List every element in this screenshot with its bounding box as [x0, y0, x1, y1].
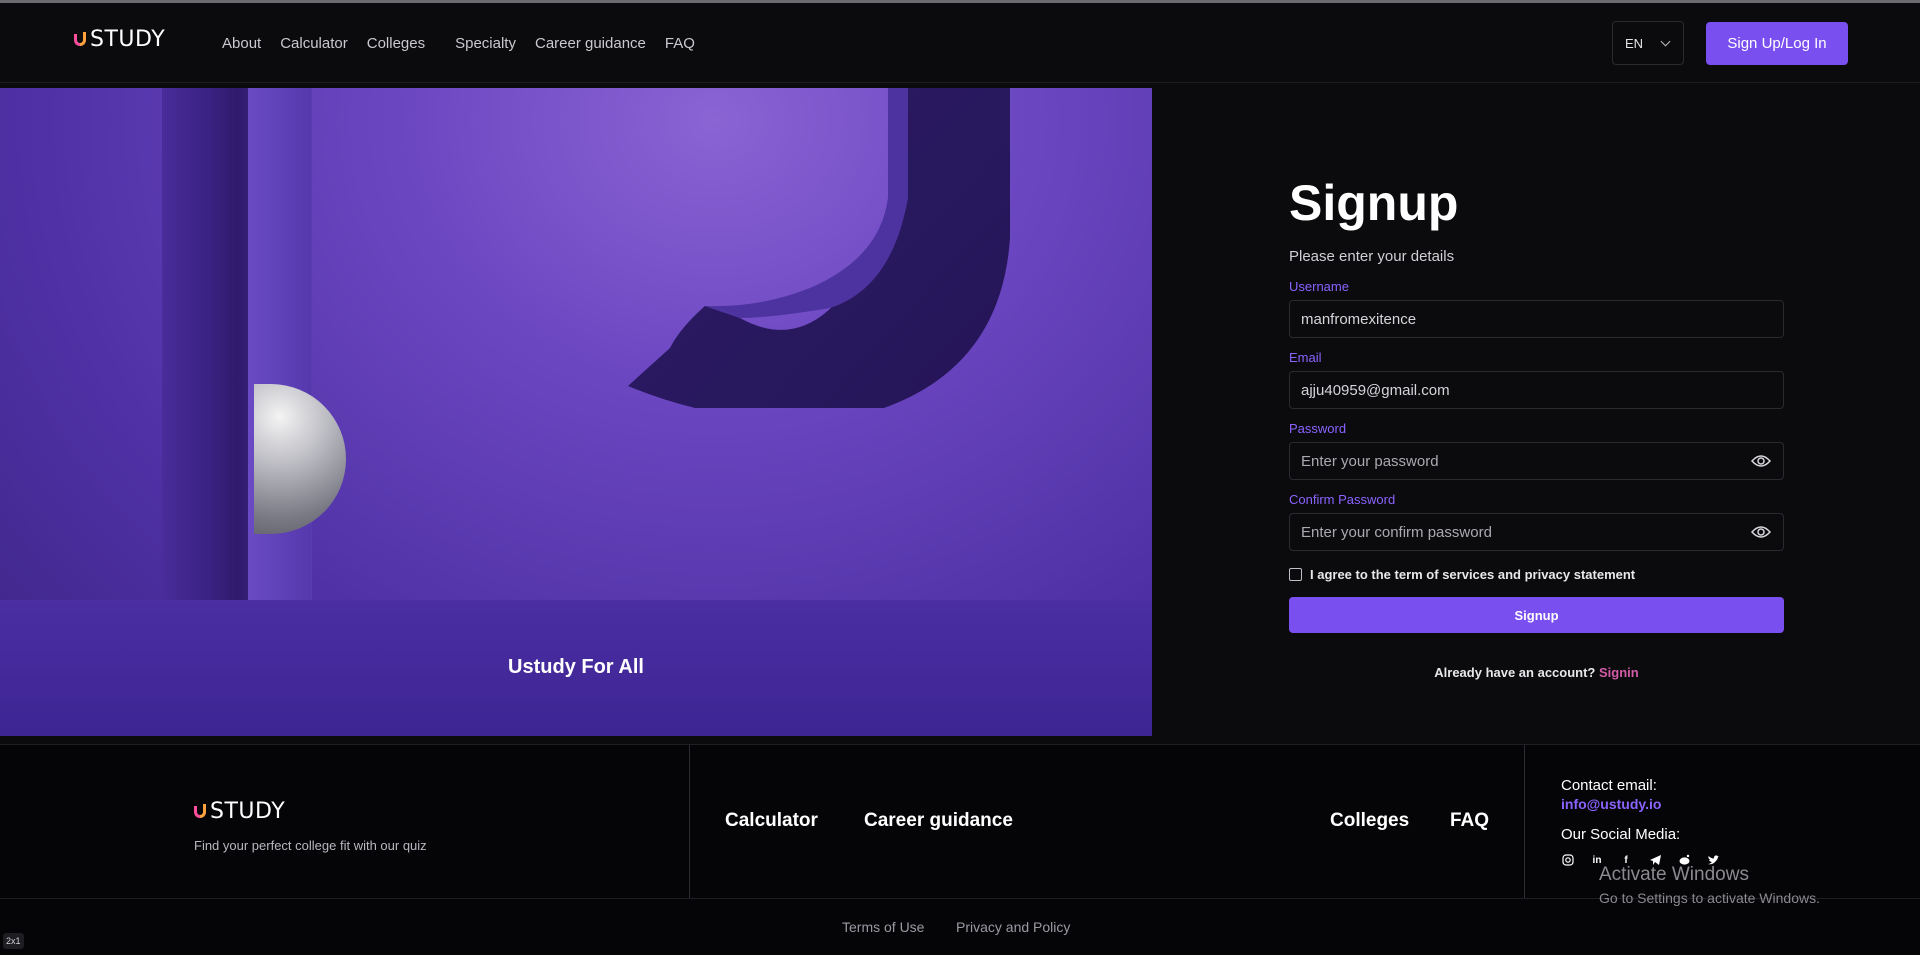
footer-bottom-bar: Terms of Use Privacy and Policy [0, 898, 1920, 955]
signup-form: Signup Please enter your details Usernam… [1289, 88, 1784, 680]
zoom-badge: 2x1 [3, 933, 24, 949]
email-label: Email [1289, 350, 1322, 365]
signup-login-button[interactable]: Sign Up/Log In [1706, 22, 1848, 65]
footer-links-column: Calculator Career guidance Colleges FAQ [690, 745, 1525, 898]
footer: STUDY Find your perfect college fit with… [0, 744, 1920, 955]
language-select[interactable]: EN [1612, 21, 1684, 65]
social-media-label: Our Social Media: [1561, 826, 1681, 843]
password-label: Password [1289, 421, 1347, 436]
footer-tagline: Find your perfect college fit with our q… [194, 838, 427, 853]
terms-of-use-link[interactable]: Terms of Use [842, 919, 924, 935]
nav-link-calculator[interactable]: Calculator [280, 35, 348, 52]
activate-windows-watermark: Activate Windows Go to Settings to activ… [1599, 864, 1820, 906]
password-field-wrapper [1289, 442, 1784, 480]
email-field-wrapper [1289, 371, 1784, 409]
email-input[interactable] [1290, 372, 1783, 408]
terms-agreement: I agree to the term of services and priv… [1289, 567, 1784, 582]
footer-link-faq[interactable]: FAQ [1450, 810, 1489, 832]
language-value: EN [1625, 35, 1644, 51]
nav-link-career-guidance[interactable]: Career guidance [535, 35, 646, 52]
activate-windows-title: Activate Windows [1599, 864, 1749, 885]
terms-text: I agree to the term of services and priv… [1310, 567, 1636, 582]
logo-mark-icon [194, 803, 208, 820]
confirm-password-label: Confirm Password [1289, 492, 1396, 507]
nav-link-about[interactable]: About [222, 35, 261, 52]
footer-brand-column: STUDY Find your perfect college fit with… [0, 745, 690, 898]
confirm-password-input[interactable] [1290, 514, 1783, 550]
hero-sphere-shape [254, 384, 346, 534]
form-subtitle: Please enter your details [1289, 248, 1455, 265]
username-label: Username [1289, 279, 1349, 294]
show-password-eye-icon[interactable] [1751, 454, 1771, 468]
activate-windows-subtitle: Go to Settings to activate Windows. [1599, 890, 1820, 906]
nav-link-colleges[interactable]: Colleges [367, 35, 425, 52]
nav-link-faq[interactable]: FAQ [665, 35, 695, 52]
footer-logo[interactable]: STUDY [194, 799, 285, 824]
hero-caption: Ustudy For All [508, 656, 644, 678]
have-account-text: Already have an account? [1434, 665, 1596, 680]
signin-link[interactable]: Signin [1599, 665, 1639, 680]
footer-contact-column: Contact email: info@ustudy.io Our Social… [1561, 777, 1735, 867]
nav-link-specialty[interactable]: Specialty [455, 35, 516, 52]
footer-logo-text: STUDY [210, 799, 286, 824]
instagram-icon[interactable] [1561, 853, 1575, 867]
nav-links: About Calculator Colleges Specialty Care… [222, 3, 714, 83]
site-logo[interactable]: STUDY [74, 27, 165, 52]
confirm-password-field-wrapper [1289, 513, 1784, 551]
contact-email-link[interactable]: info@ustudy.io [1561, 796, 1735, 812]
footer-link-career-guidance[interactable]: Career guidance [864, 810, 1013, 832]
terms-checkbox[interactable] [1289, 568, 1302, 581]
privacy-policy-link[interactable]: Privacy and Policy [956, 919, 1070, 935]
footer-link-colleges[interactable]: Colleges [1330, 810, 1409, 832]
footer-link-calculator[interactable]: Calculator [725, 810, 818, 832]
hero-image: Ustudy For All [0, 88, 1152, 736]
contact-email-label: Contact email: [1561, 777, 1657, 794]
form-title: Signup [1289, 175, 1459, 231]
username-field-wrapper [1289, 300, 1784, 338]
signup-submit-button[interactable]: Signup [1289, 597, 1784, 633]
top-navbar: STUDY About Calculator Colleges Specialt… [0, 3, 1920, 83]
username-input[interactable] [1290, 301, 1783, 337]
password-input[interactable] [1290, 443, 1783, 479]
have-account-row: Already have an account? Signin [1289, 665, 1784, 680]
hero-hook-shape [628, 88, 1010, 408]
show-confirm-password-eye-icon[interactable] [1751, 525, 1771, 539]
logo-text: STUDY [90, 27, 166, 52]
logo-mark-icon [74, 31, 88, 48]
chevron-down-icon [1660, 36, 1671, 47]
